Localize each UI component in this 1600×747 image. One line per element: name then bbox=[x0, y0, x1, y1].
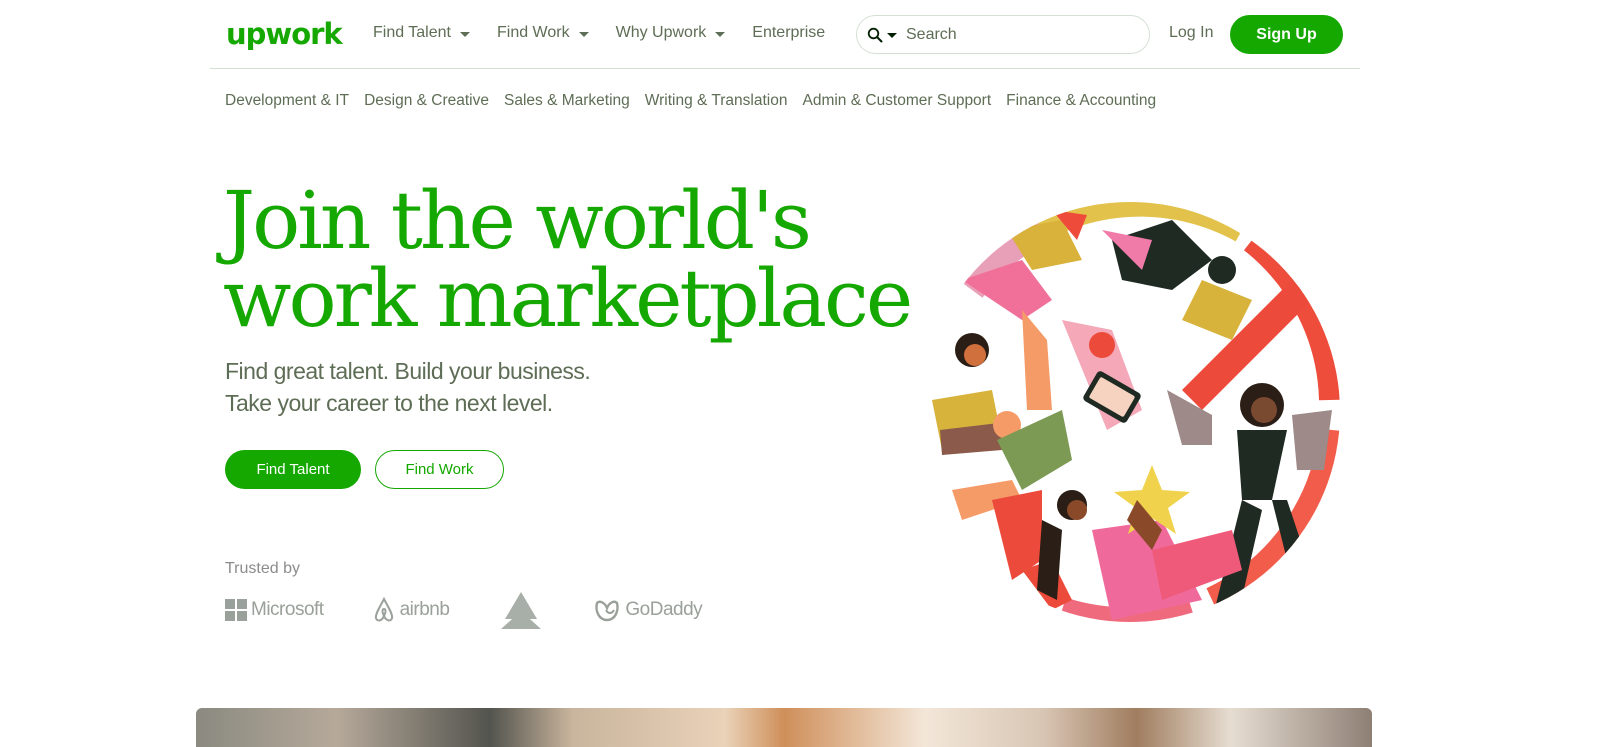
find-work-button[interactable]: Find Work bbox=[375, 450, 504, 489]
main-nav: Find Talent Find Work Why Upwork Enterpr… bbox=[373, 24, 852, 42]
nav-find-work[interactable]: Find Work bbox=[497, 24, 589, 42]
search-icon[interactable] bbox=[867, 27, 883, 43]
nav-find-talent[interactable]: Find Talent bbox=[373, 24, 470, 42]
top-header: upwork Find Talent Find Work Why Upwork … bbox=[210, 0, 1360, 69]
upwork-logo[interactable]: upwork bbox=[226, 17, 343, 51]
category-writing-translation[interactable]: Writing & Translation bbox=[645, 92, 788, 110]
hero-title-line-1: Join the world's bbox=[223, 174, 812, 267]
nav-why-upwork[interactable]: Why Upwork bbox=[616, 24, 726, 42]
trusted-by-label: Trusted by bbox=[225, 560, 300, 577]
airbnb-belo-icon bbox=[374, 597, 393, 622]
hero-subtitle-line-2: Take your career to the next level. bbox=[225, 390, 553, 416]
microsoft-logo: Microsoft bbox=[225, 599, 324, 621]
chevron-down-icon bbox=[578, 31, 589, 37]
category-development-it[interactable]: Development & IT bbox=[225, 92, 349, 110]
airbnb-logo: airbnb bbox=[372, 597, 450, 623]
featured-photo-banner bbox=[196, 708, 1372, 747]
godaddy-mark-icon bbox=[595, 600, 620, 622]
godaddy-logo: GoDaddy bbox=[593, 597, 703, 623]
nav-find-work-label: Find Work bbox=[496, 24, 570, 41]
hero-subtitle-line-1: Find great talent. Build your business. bbox=[225, 358, 591, 384]
search-type-dropdown-icon[interactable] bbox=[887, 33, 897, 38]
search-box[interactable] bbox=[856, 15, 1150, 54]
trusted-logos: Microsoft airbnb GoDaddy bbox=[225, 590, 750, 630]
hero-title: Join the world's work marketplace bbox=[223, 174, 913, 345]
nav-why-upwork-label: Why Upwork bbox=[615, 24, 707, 41]
nav-enterprise[interactable]: Enterprise bbox=[752, 24, 825, 42]
airbnb-logo-text: airbnb bbox=[399, 599, 450, 620]
microsoft-logo-text: Microsoft bbox=[251, 599, 324, 620]
category-sales-marketing[interactable]: Sales & Marketing bbox=[504, 92, 630, 110]
search-input[interactable] bbox=[906, 25, 1136, 44]
bissell-triangle-icon bbox=[501, 592, 542, 629]
hero-title-line-2: work marketplace bbox=[223, 252, 913, 345]
login-link[interactable]: Log In bbox=[1169, 24, 1213, 42]
chevron-down-icon bbox=[715, 31, 726, 37]
hero-subtitle: Find great talent. Build your business. … bbox=[225, 355, 591, 419]
microsoft-squares-icon bbox=[225, 599, 247, 621]
find-talent-button[interactable]: Find Talent bbox=[225, 450, 361, 489]
category-nav: Development & IT Design & Creative Sales… bbox=[225, 92, 1171, 110]
signup-button[interactable]: Sign Up bbox=[1230, 15, 1343, 54]
godaddy-logo-text: GoDaddy bbox=[625, 599, 703, 620]
bissell-logo bbox=[497, 591, 545, 629]
chevron-down-icon bbox=[459, 31, 470, 37]
nav-find-talent-label: Find Talent bbox=[373, 24, 451, 41]
category-finance-accounting[interactable]: Finance & Accounting bbox=[1006, 92, 1156, 110]
category-design-creative[interactable]: Design & Creative bbox=[364, 92, 489, 110]
category-admin-support[interactable]: Admin & Customer Support bbox=[802, 92, 991, 110]
hero-illustration bbox=[932, 202, 1340, 622]
nav-enterprise-label: Enterprise bbox=[752, 24, 826, 41]
